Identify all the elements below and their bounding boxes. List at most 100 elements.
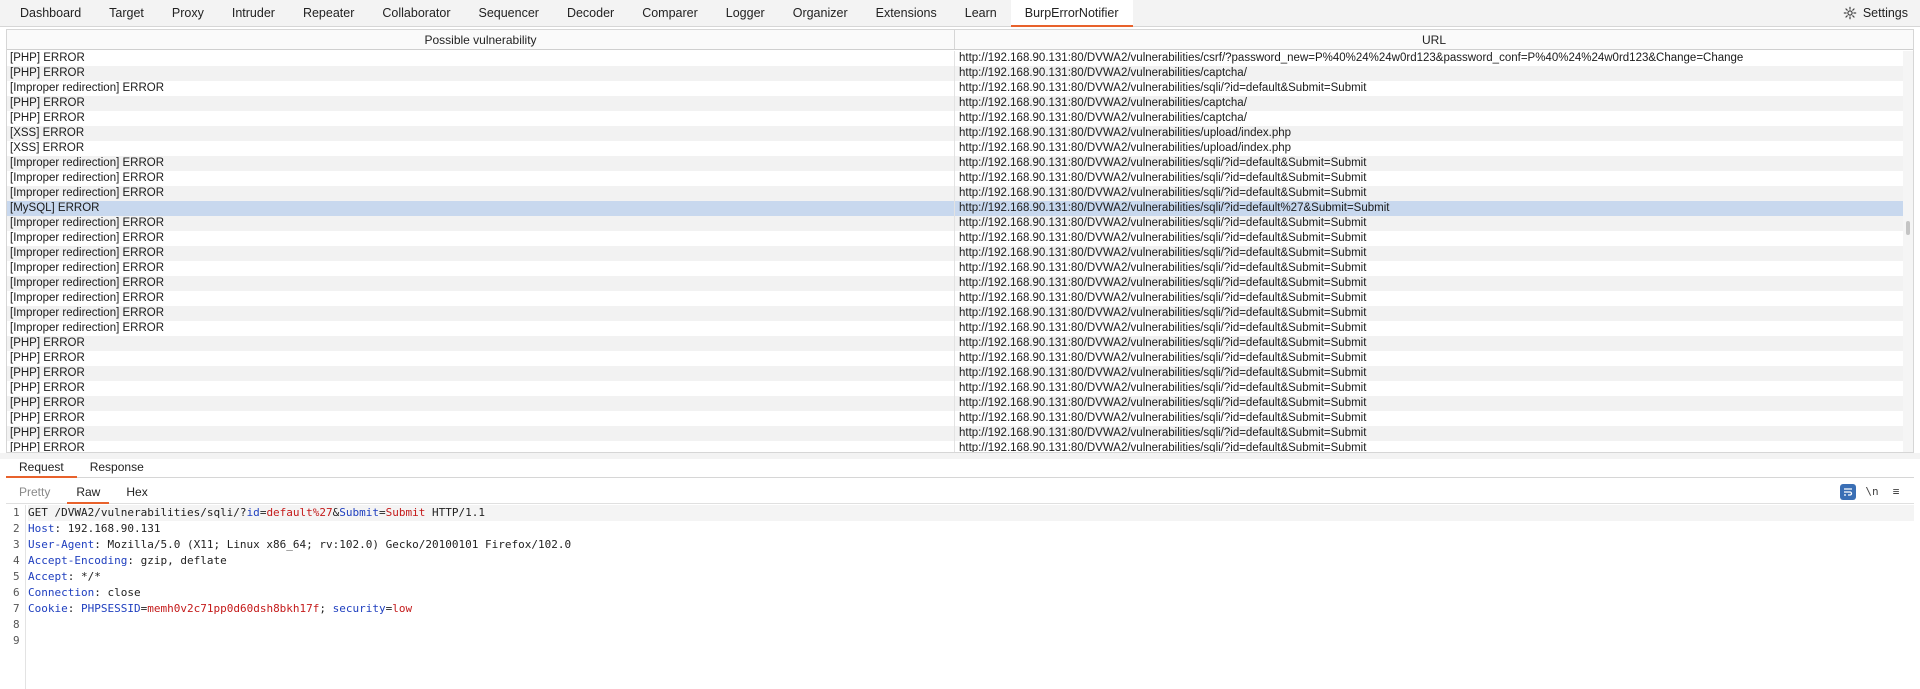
header-name: Connection bbox=[28, 586, 95, 599]
newline-icon[interactable]: \n bbox=[1864, 484, 1880, 500]
table-row[interactable]: [Improper redirection] ERROR http://192.1… bbox=[7, 291, 1903, 306]
table-header: Possible vulnerability URL bbox=[7, 30, 1913, 50]
table-row[interactable]: [PHP] ERROR http://192.168.90.131:80/DVWA… bbox=[7, 111, 1903, 126]
url-cell: http://192.168.90.131:80/DVWA2/vulnerabi… bbox=[959, 277, 1367, 289]
view-tab-hex[interactable]: Hex bbox=[113, 481, 160, 503]
url-cell: http://192.168.90.131:80/DVWA2/vulnerabi… bbox=[959, 52, 1744, 64]
url-cell: http://192.168.90.131:80/DVWA2/vulnerabi… bbox=[959, 412, 1367, 424]
wrap-toggle-icon[interactable] bbox=[1840, 483, 1856, 500]
url-cell: http://192.168.90.131:80/DVWA2/vulnerabi… bbox=[959, 112, 1247, 124]
table-row[interactable]: [PHP] ERROR http://192.168.90.131:80/DVWA… bbox=[7, 336, 1903, 351]
cookie-name: security bbox=[332, 602, 386, 615]
line-number: 2 bbox=[13, 522, 20, 535]
table-row[interactable]: [PHP] ERROR http://192.168.90.131:80/DVWA… bbox=[7, 351, 1903, 366]
line-number: 1 bbox=[13, 506, 20, 519]
scrollbar-thumb[interactable] bbox=[1906, 221, 1910, 235]
tab-sequencer[interactable]: Sequencer bbox=[464, 0, 552, 27]
table-row[interactable]: [PHP] ERROR http://192.168.90.131:80/DVWA… bbox=[7, 366, 1903, 381]
table-row[interactable]: [XSS] ERROR http://192.168.90.131:80/DVWA… bbox=[7, 141, 1903, 156]
tab-dashboard[interactable]: Dashboard bbox=[6, 0, 95, 27]
tab-learn[interactable]: Learn bbox=[951, 0, 1011, 27]
view-tab-pretty[interactable]: Pretty bbox=[6, 481, 63, 503]
table-row[interactable]: [Improper redirection] ERROR http://192.1… bbox=[7, 156, 1903, 171]
vulnerability-cell: [PHP] ERROR bbox=[7, 411, 955, 426]
vulnerability-cell: [Improper redirection] ERROR bbox=[7, 186, 955, 201]
tab-logger[interactable]: Logger bbox=[712, 0, 779, 27]
table-row[interactable]: [PHP] ERROR http://192.168.90.131:80/DVWA… bbox=[7, 396, 1903, 411]
table-row[interactable]: [Improper redirection] ERROR http://192.1… bbox=[7, 171, 1903, 186]
column-header-url[interactable]: URL bbox=[955, 30, 1913, 49]
param-value: default%27 bbox=[266, 506, 333, 519]
view-tabs: Pretty Raw Hex bbox=[6, 481, 161, 504]
url-cell: http://192.168.90.131:80/DVWA2/vulnerabi… bbox=[959, 307, 1367, 319]
header-name: Cookie bbox=[28, 602, 68, 615]
tab-comparer[interactable]: Comparer bbox=[628, 0, 712, 27]
menu-icon[interactable]: ≡ bbox=[1888, 484, 1904, 500]
tab-request[interactable]: Request bbox=[6, 459, 77, 478]
table-row[interactable]: [PHP] ERROR http://192.168.90.131:80/DVWA… bbox=[7, 96, 1903, 111]
table-row[interactable]: [Improper redirection] ERROR http://192.1… bbox=[7, 81, 1903, 96]
header-value: */* bbox=[81, 570, 101, 583]
settings-button[interactable]: Settings bbox=[1843, 0, 1920, 26]
line-number: 5 bbox=[13, 570, 20, 583]
cookie-name: PHPSESSID bbox=[81, 602, 141, 615]
header-value: gzip, deflate bbox=[140, 554, 227, 567]
table-row[interactable]: [Improper redirection] ERROR http://192.1… bbox=[7, 321, 1903, 336]
tab-proxy[interactable]: Proxy bbox=[158, 0, 218, 27]
header-line: Accept: */* bbox=[28, 570, 101, 583]
url-cell: http://192.168.90.131:80/DVWA2/vulnerabi… bbox=[959, 442, 1367, 453]
table-row[interactable]: [Improper redirection] ERROR http://192.1… bbox=[7, 261, 1903, 276]
request-editor[interactable]: 1 2 3 4 5 6 7 8 9 GET /DVWA2/vulnerabilities/sql… bbox=[6, 505, 1914, 689]
table-row[interactable]: [Improper redirection] ERROR http://192.1… bbox=[7, 231, 1903, 246]
table-row[interactable]: [Improper redirection] ERROR http://192.1… bbox=[7, 246, 1903, 261]
vulnerability-cell: [Improper redirection] ERROR bbox=[7, 171, 955, 186]
header-name: Accept bbox=[28, 570, 68, 583]
editor-toolbar: Pretty Raw Hex \n ≡ bbox=[6, 480, 1914, 504]
tab-extensions[interactable]: Extensions bbox=[862, 0, 951, 27]
table-row[interactable]: [XSS] ERROR http://192.168.90.131:80/DVWA… bbox=[7, 126, 1903, 141]
vulnerability-cell: [MySQL] ERROR bbox=[7, 201, 955, 216]
tab-decoder[interactable]: Decoder bbox=[553, 0, 628, 27]
table-row[interactable]: [Improper redirection] ERROR http://192.1… bbox=[7, 276, 1903, 291]
vulnerability-cell: [PHP] ERROR bbox=[7, 51, 955, 66]
line-number: 7 bbox=[13, 602, 20, 615]
tab-burperrornotifier[interactable]: BurpErrorNotifier bbox=[1010, 0, 1133, 27]
tab-repeater[interactable]: Repeater bbox=[289, 0, 368, 27]
table-row[interactable]: [Improper redirection] ERROR http://192.1… bbox=[7, 216, 1903, 231]
url-cell: http://192.168.90.131:80/DVWA2/vulnerabi… bbox=[959, 427, 1367, 439]
table-row[interactable]: [PHP] ERROR http://192.168.90.131:80/DVWA… bbox=[7, 66, 1903, 81]
vulnerability-cell: [PHP] ERROR bbox=[7, 96, 955, 111]
table-row[interactable]: [PHP] ERROR http://192.168.90.131:80/DVWA… bbox=[7, 426, 1903, 441]
tab-collaborator[interactable]: Collaborator bbox=[368, 0, 464, 27]
url-cell: http://192.168.90.131:80/DVWA2/vulnerabi… bbox=[959, 352, 1367, 364]
vulnerability-cell: [XSS] ERROR bbox=[7, 141, 955, 156]
vulnerability-cell: [PHP] ERROR bbox=[7, 336, 955, 351]
table-row[interactable]: [PHP] ERROR http://192.168.90.131:80/DVWA… bbox=[7, 411, 1903, 426]
url-cell: http://192.168.90.131:80/DVWA2/vulnerabi… bbox=[959, 67, 1247, 79]
url-cell: http://192.168.90.131:80/DVWA2/vulnerabi… bbox=[959, 322, 1367, 334]
message-tabs: Request Response bbox=[6, 459, 1914, 478]
column-header-vulnerability[interactable]: Possible vulnerability bbox=[7, 30, 955, 49]
table-row[interactable]: [PHP] ERROR http://192.168.90.131:80/DVWA… bbox=[7, 441, 1903, 453]
table-scrollbar[interactable] bbox=[1903, 51, 1913, 452]
url-cell: http://192.168.90.131:80/DVWA2/vulnerabi… bbox=[959, 157, 1367, 169]
view-tab-raw[interactable]: Raw bbox=[63, 481, 113, 504]
gear-icon bbox=[1843, 6, 1857, 20]
error-table: Possible vulnerability URL [PHP] ERROR ht… bbox=[6, 29, 1914, 453]
tab-target[interactable]: Target bbox=[95, 0, 158, 27]
url-cell: http://192.168.90.131:80/DVWA2/vulnerabi… bbox=[959, 202, 1390, 214]
table-row[interactable]: [Improper redirection] ERROR http://192.1… bbox=[7, 306, 1903, 321]
table-row[interactable]: [PHP] ERROR http://192.168.90.131:80/DVWA… bbox=[7, 381, 1903, 396]
top-tabs: Dashboard Target Proxy Intruder Repeater Coll… bbox=[0, 0, 1133, 27]
url-cell: http://192.168.90.131:80/DVWA2/vulnerabi… bbox=[959, 367, 1367, 379]
tab-organizer[interactable]: Organizer bbox=[779, 0, 862, 27]
vulnerability-cell: [XSS] ERROR bbox=[7, 126, 955, 141]
table-row[interactable]: [PHP] ERROR http://192.168.90.131:80/DVWA… bbox=[7, 51, 1903, 66]
request-code[interactable]: GET /DVWA2/vulnerabilities/sqli/?id=defa… bbox=[28, 505, 1914, 649]
table-row[interactable]: [Improper redirection] ERROR http://192.1… bbox=[7, 186, 1903, 201]
table-row[interactable]: [MySQL] ERROR http://192.168.90.131:80/DV… bbox=[7, 201, 1903, 216]
tab-intruder[interactable]: Intruder bbox=[218, 0, 289, 27]
vulnerability-cell: [Improper redirection] ERROR bbox=[7, 291, 955, 306]
vulnerability-cell: [PHP] ERROR bbox=[7, 111, 955, 126]
tab-response[interactable]: Response bbox=[77, 459, 157, 477]
